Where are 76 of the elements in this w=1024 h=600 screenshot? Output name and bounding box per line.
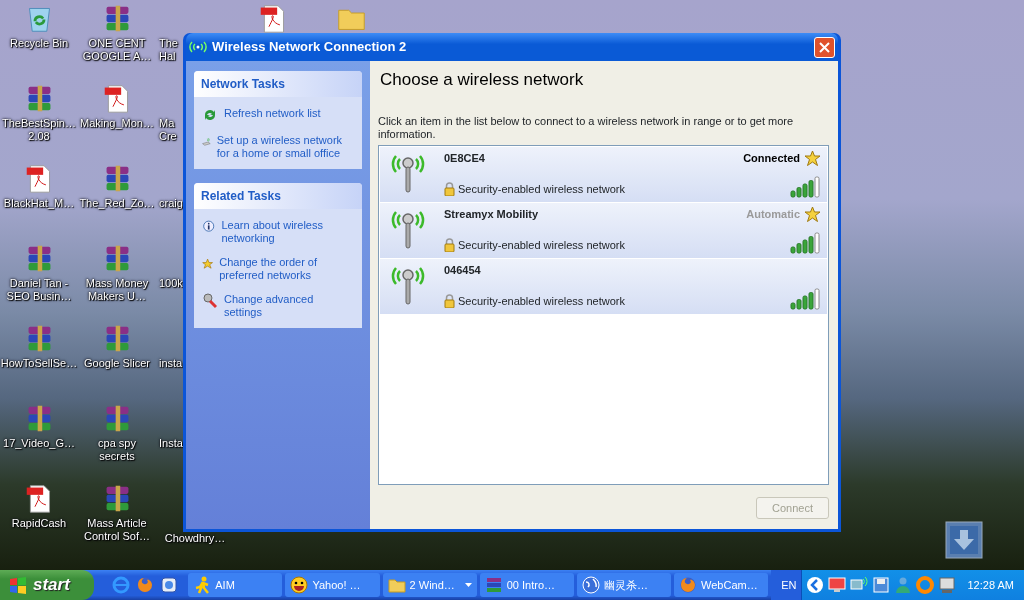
taskbar-button[interactable]: 幽灵杀… xyxy=(576,573,672,597)
icon-label[interactable]: 17_Video_G… xyxy=(3,437,75,450)
icon-label[interactable]: Mass Article Control Sof… xyxy=(84,517,150,543)
icon-label[interactable]: Ma Cre xyxy=(159,117,177,143)
taskbar-button[interactable]: 2 Wind… xyxy=(382,573,477,597)
task-link[interactable]: Change the order of preferred networks xyxy=(219,256,354,282)
icon-label[interactable]: Making_Mon… xyxy=(80,117,154,130)
security-label: Security-enabled wireless network xyxy=(458,294,625,309)
task-link[interactable]: Set up a wireless network for a home or small office xyxy=(216,134,354,160)
fox-globe-icon xyxy=(679,576,698,594)
task-link[interactable]: Refresh network list xyxy=(224,107,321,120)
icon-label[interactable]: cpa spy secrets xyxy=(98,437,136,463)
icon-label[interactable]: craig xyxy=(159,197,183,210)
language-indicator[interactable]: EN xyxy=(771,570,801,600)
panel-title: Network Tasks xyxy=(194,71,362,97)
refresh-icon xyxy=(202,107,218,123)
connection-status: Automatic xyxy=(746,206,800,222)
icon-label[interactable]: Google Slicer xyxy=(83,357,150,370)
task-link[interactable]: Change advanced settings xyxy=(223,293,354,319)
icon-label[interactable]: ONE CENT GOOGLE A… xyxy=(82,37,152,63)
connection-status: Connected xyxy=(743,150,800,166)
chevron-left-icon[interactable] xyxy=(805,576,824,594)
icon-label[interactable]: Insta xyxy=(159,437,183,450)
smiley-icon xyxy=(290,576,309,594)
close-button[interactable] xyxy=(814,36,835,58)
taskbar-button[interactable]: Yahoo! … xyxy=(285,573,380,597)
icon-label[interactable]: RapidCash xyxy=(11,517,67,530)
padlock-icon xyxy=(444,182,455,197)
padlock-icon xyxy=(444,238,455,253)
archive-books-icon xyxy=(484,576,503,594)
icon-label[interactable]: Chowdhry… xyxy=(164,532,226,545)
security-label: Security-enabled wireless network xyxy=(458,238,625,253)
page-heading: Choose a wireless network xyxy=(380,69,585,91)
network-name: 0E8CE4 xyxy=(444,150,485,166)
fox-globe-icon[interactable] xyxy=(136,576,155,594)
network-row[interactable]: 0E8CE4 Connected Security-enabled wireless network xyxy=(380,146,827,203)
signal-strength-icon xyxy=(790,287,821,310)
signal-strength-icon xyxy=(790,231,821,254)
star-icon xyxy=(202,256,214,272)
close-icon xyxy=(819,41,830,53)
start-button[interactable]: start xyxy=(0,570,95,600)
icon-label[interactable]: 100k xyxy=(159,277,183,290)
task-link[interactable]: Learn about wireless networking xyxy=(221,219,354,245)
icon-label[interactable]: TheBestSpin… 2.08 xyxy=(2,117,76,143)
wireless-icon xyxy=(189,40,207,54)
running-figure-icon xyxy=(193,576,212,594)
taskbar-button[interactable]: 00 Intro… xyxy=(479,573,574,597)
instructions-text: Click an item in the list below to connect to a wireless network in range or to get more information. xyxy=(378,114,795,141)
clock: 12:28 AM xyxy=(967,577,1014,593)
taskbar-button[interactable]: WebCam… xyxy=(674,573,769,597)
app-window-icon[interactable] xyxy=(160,576,179,594)
network-name: 046454 xyxy=(444,262,481,278)
icon-label[interactable]: Daniel Tan - SEO Busin… xyxy=(6,277,72,303)
display-icon[interactable] xyxy=(937,576,956,594)
window-title: Wireless Network Connection 2 xyxy=(212,38,407,57)
monitor-icon[interactable] xyxy=(827,576,846,594)
icon-label[interactable]: The_Red_Zo… xyxy=(79,197,155,210)
icon-label[interactable]: insta xyxy=(159,357,183,370)
icon-label[interactable]: The Hal xyxy=(159,37,178,63)
icon-label[interactable]: Mass Money Makers U… xyxy=(85,277,149,303)
icon-label[interactable]: HowToSellSe… xyxy=(0,357,78,370)
browser-e-icon[interactable] xyxy=(112,576,131,594)
icon-label[interactable]: Recycle Bin xyxy=(9,37,69,50)
info-icon xyxy=(202,219,216,235)
security-label: Security-enabled wireless network xyxy=(458,182,625,197)
panel-title: Related Tasks xyxy=(194,183,362,209)
signal-strength-icon xyxy=(790,175,821,198)
icon-label[interactable]: BlackHat_M… xyxy=(3,197,75,210)
network-row[interactable]: Streamyx Mobility Automatic Security-enabled wireless network xyxy=(380,202,827,259)
network-name: Streamyx Mobility xyxy=(444,206,539,222)
globe-icon xyxy=(581,576,600,594)
padlock-icon xyxy=(444,294,455,309)
network-row[interactable]: 046454 Security-enabled wireless network xyxy=(380,258,827,315)
folder-icon xyxy=(387,576,406,594)
taskbar-button[interactable]: AIM xyxy=(188,573,283,597)
windows-flag-icon xyxy=(8,576,28,594)
